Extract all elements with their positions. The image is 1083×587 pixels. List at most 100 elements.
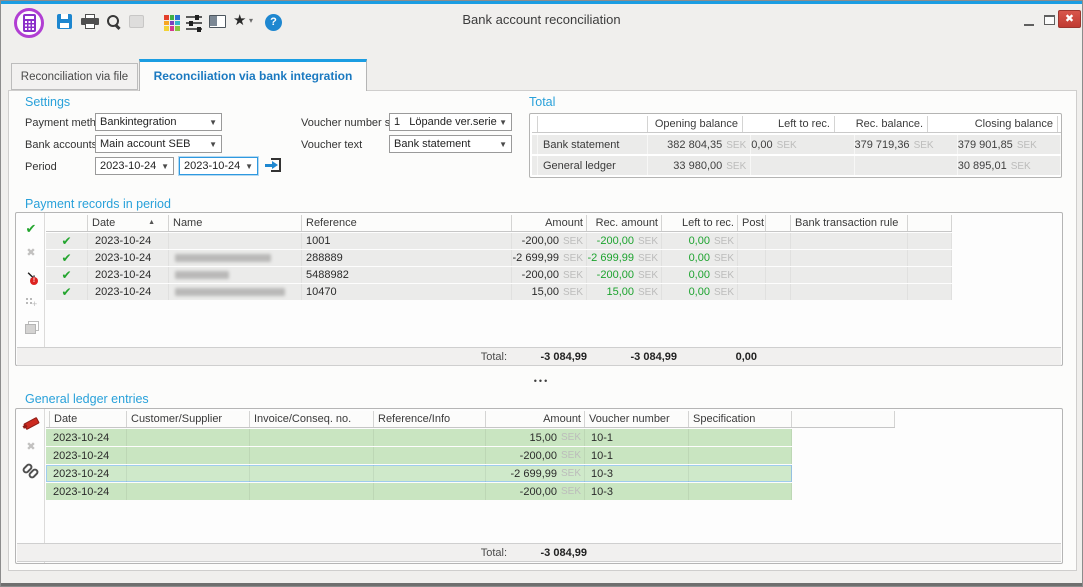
payment-row[interactable]: ✔ 2023-10-24 288889 -2 699,99SEK -2 699,…: [46, 250, 952, 266]
bank-accounts-select[interactable]: Main account SEB▼: [95, 135, 222, 153]
load-period-button[interactable]: [264, 157, 282, 174]
cell-bank-rule: [791, 250, 908, 266]
copy-boxes-icon[interactable]: [23, 319, 39, 335]
print-icon: [81, 14, 99, 30]
favorites-button[interactable]: ★▾: [233, 13, 253, 33]
cell-amount: -200,00SEK: [512, 267, 587, 283]
cell-amount: 15,00SEK: [486, 429, 585, 446]
col-amount[interactable]: Amount: [486, 411, 585, 427]
cell-rec-amount: -200,00SEK: [587, 233, 662, 249]
cell-voucher-number: 10-1: [585, 447, 689, 464]
col-specification[interactable]: Specification: [689, 411, 792, 427]
cell-specification: [689, 465, 792, 482]
col-invoice-conseq-no[interactable]: Invoice/Conseq. no.: [250, 411, 374, 427]
cell-bank-rule: [791, 284, 908, 300]
minimize-icon: [1024, 24, 1034, 26]
window-bottom-edge: [1, 583, 1082, 586]
col-date[interactable]: Date▲: [88, 215, 169, 231]
period-to-select[interactable]: 2023-10-24▼: [179, 157, 258, 175]
cell-date: 2023-10-24: [88, 250, 169, 266]
col-voucher-number[interactable]: Voucher number: [585, 411, 689, 427]
cell-amount: 15,00SEK: [512, 284, 587, 300]
chevron-down-icon: ▼: [159, 162, 173, 171]
maximize-button[interactable]: [1041, 13, 1059, 28]
payment-row[interactable]: ✔ 2023-10-24 5488982 -200,00SEK -200,00S…: [46, 267, 952, 283]
chevron-down-icon: ▼: [497, 140, 511, 149]
chevron-down-icon: ▼: [243, 162, 257, 171]
total-table-row[interactable]: General ledger 33 980,00SEK 30 895,01SEK: [532, 156, 1061, 175]
cell-reference: 5488982: [302, 267, 512, 283]
ledger-toolbar: ✖: [16, 409, 45, 563]
ledger-row[interactable]: 2023-10-24 15,00SEK 10-1: [46, 429, 792, 446]
voucher-number-series-select[interactable]: 1 Löpande ver.serie▼: [389, 113, 512, 131]
voucher-text-select[interactable]: Bank statement▼: [389, 135, 512, 153]
minimize-button[interactable]: [1021, 13, 1039, 28]
settings-sliders-button[interactable]: [185, 13, 205, 33]
delete-x-icon[interactable]: ✖: [23, 246, 39, 262]
address-book-button[interactable]: [208, 13, 228, 33]
ledger-row[interactable]: 2023-10-24 -200,00SEK 10-1: [46, 447, 792, 464]
col-amount[interactable]: Amount: [512, 215, 587, 231]
delete-x-icon[interactable]: ✖: [23, 440, 39, 456]
cell-specification: [689, 447, 792, 464]
redacted-name: [175, 271, 229, 279]
help-button[interactable]: ?: [264, 13, 284, 33]
payments-total-label: Total:: [481, 351, 507, 363]
cell-invoice-conseq-no: [250, 429, 374, 446]
row-approved-check-icon: ✔: [61, 234, 71, 248]
row-label: Bank statement: [538, 135, 648, 154]
cell-post: [738, 233, 766, 249]
col-opening-balance: Opening balance: [648, 116, 743, 132]
total-table-row[interactable]: Bank statement 382 804,35SEK 0,00SEK 379…: [532, 135, 1061, 154]
approve-check-icon[interactable]: ✔: [23, 221, 39, 237]
col-bank-transaction-rule[interactable]: Bank transaction rule: [791, 215, 908, 231]
cell-name: [169, 267, 302, 283]
payment-row[interactable]: ✔ 2023-10-24 10470 15,00SEK 15,00SEK 0,0…: [46, 284, 952, 300]
chevron-down-icon: ▼: [207, 118, 221, 127]
col-date[interactable]: Date: [50, 411, 127, 427]
assign-arrow-alert-icon[interactable]: ↘!: [23, 269, 39, 285]
col-reference-info[interactable]: Reference/Info: [374, 411, 486, 427]
color-grid-button[interactable]: [162, 13, 182, 33]
cell-name: [169, 233, 302, 249]
col-left-to-rec[interactable]: Left to rec.: [662, 215, 738, 231]
card-view-button-disabled: [127, 13, 147, 33]
cell-left-to-rec: 0,00SEK: [662, 267, 738, 283]
col-reference[interactable]: Reference: [302, 215, 512, 231]
cell-left-to-rec: 0,00SEK: [662, 250, 738, 266]
payment-row[interactable]: ✔ 2023-10-24 1001 -200,00SEK -200,00SEK …: [46, 233, 952, 249]
payments-total-row: Total: -3 084,99 -3 084,99 0,00: [17, 347, 1061, 366]
col-customer-supplier[interactable]: Customer/Supplier: [127, 411, 250, 427]
splitter-handle[interactable]: •••: [1, 371, 1082, 381]
cell-name: [169, 284, 302, 300]
ledger-row[interactable]: 2023-10-24 -200,00SEK 10-3: [46, 483, 792, 500]
cell-rec-amount: -200,00SEK: [587, 267, 662, 283]
row-approved-check-icon: ✔: [61, 251, 71, 265]
link-chain-icon[interactable]: [23, 462, 39, 478]
tab-reconciliation-via-file[interactable]: Reconciliation via file: [11, 63, 138, 90]
period-from-select[interactable]: 2023-10-24▼: [95, 157, 174, 175]
payments-total-rec-amount: -3 084,99: [631, 351, 677, 363]
payment-method-select[interactable]: Bankintegration▼: [95, 113, 222, 131]
cell-voucher-number: 10-1: [585, 429, 689, 446]
ledger-total-amount: -3 084,99: [541, 547, 587, 559]
period-label: Period: [25, 161, 57, 173]
payments-toolbar: ✔ ✖ ↘!: [16, 213, 45, 365]
col-rec-amount[interactable]: Rec. amount: [587, 215, 662, 231]
tab-reconciliation-via-bank-integration[interactable]: Reconciliation via bank integration: [139, 59, 367, 91]
col-post[interactable]: Post: [738, 215, 766, 231]
search-icon: [106, 14, 122, 30]
cell-amount: -2 699,99SEK: [486, 465, 585, 482]
save-button[interactable]: [55, 13, 75, 33]
print-button[interactable]: [80, 13, 100, 33]
app-logo-calculator-icon[interactable]: [14, 8, 44, 38]
search-button[interactable]: [104, 13, 124, 33]
payments-total-amount: -3 084,99: [541, 351, 587, 363]
ledger-row[interactable]: 2023-10-24 -2 699,99SEK 10-3: [46, 465, 792, 482]
maximize-icon: [1044, 15, 1055, 25]
col-left-to-rec: Left to rec.: [743, 116, 835, 132]
col-name[interactable]: Name: [169, 215, 302, 231]
cell-voucher-number: 10-3: [585, 483, 689, 500]
sliders-icon: [186, 15, 204, 31]
close-button[interactable]: ✖: [1058, 10, 1081, 28]
